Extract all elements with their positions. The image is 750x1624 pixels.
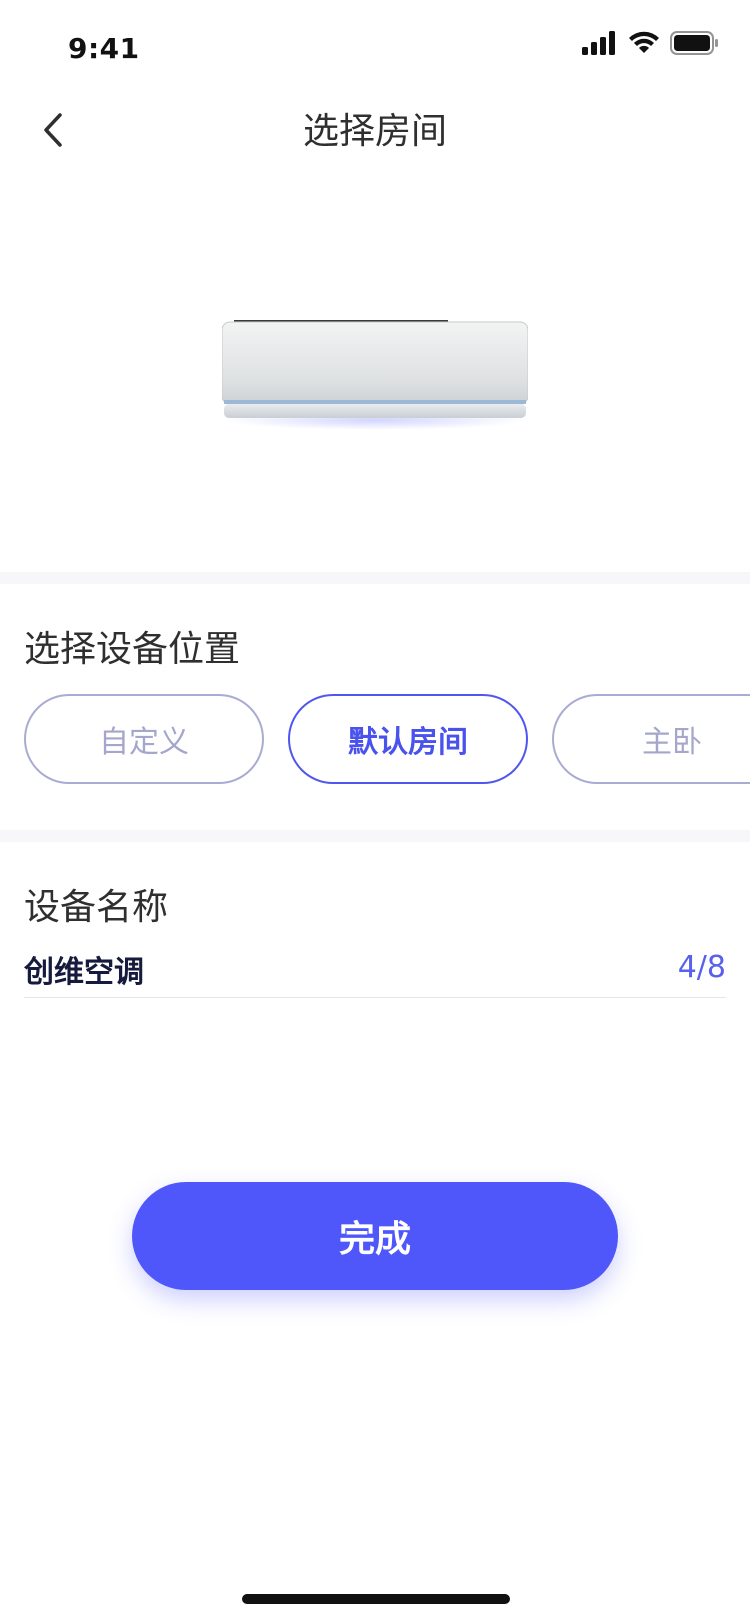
signal-icon [582, 31, 618, 59]
room-chip-master-bedroom[interactable]: 主卧 [552, 694, 750, 784]
character-counter: 4/8 [677, 950, 726, 985]
status-icons [582, 31, 720, 59]
section-divider [0, 572, 750, 584]
done-button-label: 完成 [338, 1219, 411, 1260]
battery-icon [670, 31, 720, 59]
air-conditioner-image [221, 320, 529, 430]
room-chip-label: 默认房间 [348, 725, 468, 760]
home-indicator [242, 1594, 510, 1604]
page-title: 选择房间 [302, 111, 447, 152]
location-section-title: 选择设备位置 [24, 629, 241, 670]
wifi-icon [628, 31, 660, 59]
device-hero [0, 176, 750, 572]
room-chip-label: 主卧 [642, 725, 702, 760]
device-name-field: 4/8 [24, 944, 726, 998]
room-chip-row: 自定义 默认房间 主卧 [24, 694, 750, 784]
status-time: 9:41 [68, 32, 140, 65]
room-chip-custom[interactable]: 自定义 [24, 694, 264, 784]
device-name-input[interactable] [24, 944, 584, 994]
room-chip-default[interactable]: 默认房间 [288, 694, 528, 784]
status-bar: 9:41 [0, 0, 750, 88]
device-name-section-title: 设备名称 [24, 887, 169, 928]
nav-bar: 选择房间 [0, 88, 750, 176]
done-button[interactable]: 完成 [132, 1182, 618, 1290]
section-divider [0, 830, 750, 842]
room-chip-label: 自定义 [99, 725, 189, 760]
